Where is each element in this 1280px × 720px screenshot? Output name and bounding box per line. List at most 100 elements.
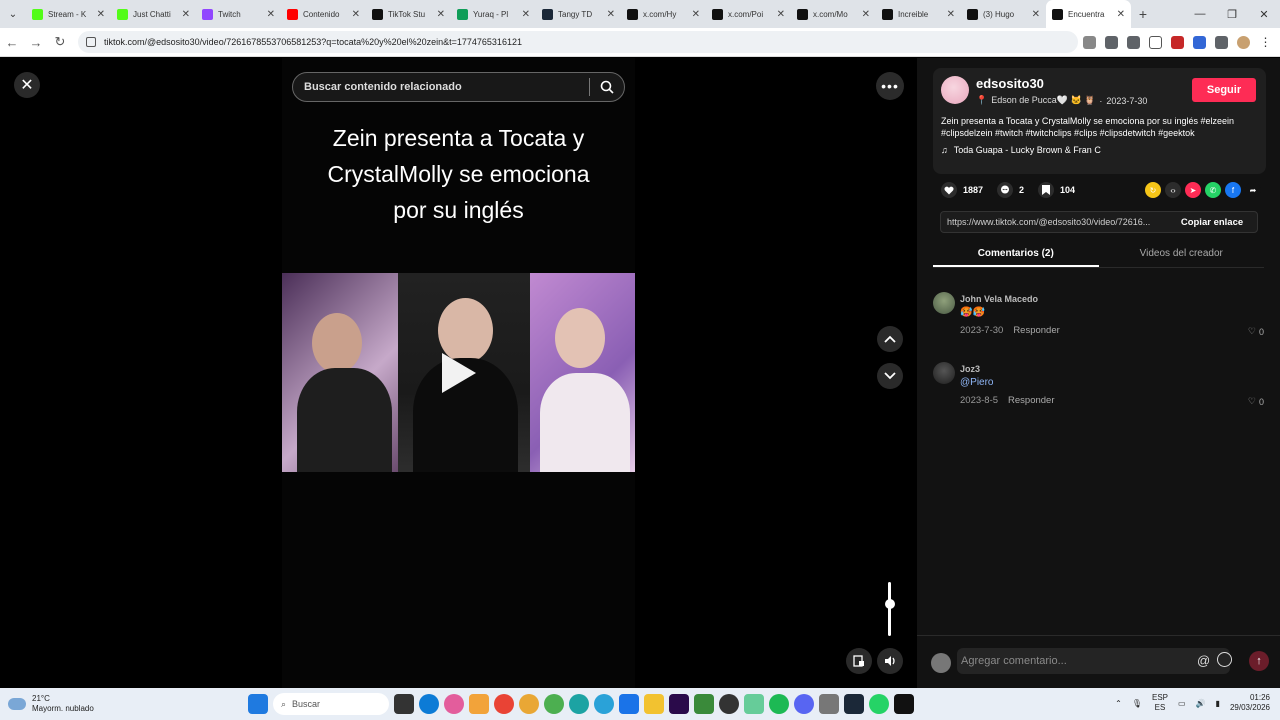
obs-icon[interactable] bbox=[719, 694, 739, 714]
browser-tab[interactable]: Yuraq - Pl ✕ bbox=[451, 0, 536, 28]
browser-tab[interactable]: Contenido ✕ bbox=[281, 0, 366, 28]
browser-tab[interactable]: Just Chatti ✕ bbox=[111, 0, 196, 28]
volume-button[interactable] bbox=[877, 648, 903, 674]
play-icon[interactable] bbox=[442, 353, 476, 393]
browser-tab[interactable]: x.com/Hy ✕ bbox=[621, 0, 706, 28]
app-icon-3[interactable] bbox=[744, 694, 764, 714]
commenter-name[interactable]: Joz3 bbox=[960, 364, 980, 374]
language-indicator[interactable]: ESP ES bbox=[1152, 693, 1168, 713]
emoji-icon[interactable] bbox=[1217, 652, 1232, 667]
video-player[interactable]: Buscar contenido relacionado Zein presen… bbox=[282, 58, 635, 688]
reload-icon[interactable]: ↻ bbox=[48, 34, 72, 50]
translate-icon[interactable] bbox=[1105, 35, 1118, 49]
back-icon[interactable]: ← bbox=[0, 35, 24, 50]
like-button[interactable]: 1887 bbox=[941, 182, 983, 198]
save-button[interactable]: 104 bbox=[1038, 182, 1075, 198]
comment-button[interactable]: 2 bbox=[997, 182, 1024, 198]
previous-video-button[interactable] bbox=[877, 326, 903, 352]
task-view-icon[interactable] bbox=[394, 694, 414, 714]
browser-tab[interactable]: Encuentra ✕ bbox=[1046, 0, 1131, 28]
browser-tab[interactable]: Tangy TD ✕ bbox=[536, 0, 621, 28]
chrome-icon-2[interactable] bbox=[519, 694, 539, 714]
new-tab-button[interactable]: + bbox=[1131, 6, 1155, 22]
tab-close-icon[interactable]: ✕ bbox=[777, 9, 785, 20]
weather-widget[interactable]: 21°C Mayorm. nublado bbox=[8, 694, 94, 714]
video-link-text[interactable]: https://www.tiktok.com/@edsosito30/video… bbox=[941, 217, 1167, 227]
tab-close-icon[interactable]: ✕ bbox=[607, 9, 615, 20]
reply-button[interactable]: Responder bbox=[1008, 395, 1054, 406]
spotify-icon[interactable] bbox=[769, 694, 789, 714]
capcut-icon[interactable] bbox=[894, 694, 914, 714]
network-icon[interactable]: ▭ bbox=[1178, 699, 1186, 708]
mention-icon[interactable]: @ bbox=[1197, 653, 1210, 668]
video-frame[interactable] bbox=[282, 273, 635, 472]
copilot-icon[interactable] bbox=[444, 694, 464, 714]
comment-text[interactable]: @Piero bbox=[960, 377, 994, 388]
edge-icon[interactable] bbox=[419, 694, 439, 714]
extension-red-icon[interactable] bbox=[1171, 35, 1184, 49]
tab-close-icon[interactable]: ✕ bbox=[692, 9, 700, 20]
related-search-input[interactable]: Buscar contenido relacionado bbox=[292, 72, 625, 102]
eye-off-icon[interactable] bbox=[1083, 35, 1096, 49]
volume-slider-thumb[interactable] bbox=[885, 598, 895, 609]
reply-button[interactable]: Responder bbox=[1013, 325, 1059, 336]
battery-icon[interactable]: ▮ bbox=[1216, 699, 1220, 708]
facebook-icon[interactable]: f bbox=[1225, 182, 1241, 198]
music-title[interactable]: Toda Guapa - Lucky Brown & Fran C bbox=[954, 145, 1101, 155]
tab-close-icon[interactable]: ✕ bbox=[97, 9, 105, 20]
calculator-icon[interactable] bbox=[819, 694, 839, 714]
browser-tab[interactable]: TikTok Stu ✕ bbox=[366, 0, 451, 28]
browser-tab[interactable]: Stream - K ✕ bbox=[26, 0, 111, 28]
browser-tab[interactable]: Increible ✕ bbox=[876, 0, 961, 28]
minimize-icon[interactable]: — bbox=[1184, 8, 1216, 21]
clock[interactable]: 01:26 29/03/2026 bbox=[1230, 693, 1270, 713]
tab-close-icon[interactable]: ✕ bbox=[267, 9, 275, 20]
profile-avatar[interactable] bbox=[1237, 35, 1250, 49]
browser-tab[interactable]: (3) Hugo ✕ bbox=[961, 0, 1046, 28]
comment-like-button[interactable]: ♡ 0 bbox=[1248, 396, 1264, 407]
menu-dots-icon[interactable]: ⋮ bbox=[1259, 35, 1272, 49]
app-icon-1[interactable] bbox=[469, 694, 489, 714]
commenter-avatar[interactable] bbox=[933, 362, 955, 384]
tab-close-icon[interactable]: ✕ bbox=[522, 9, 530, 20]
extension-blue-icon[interactable] bbox=[1193, 35, 1206, 49]
follow-button[interactable]: Seguir bbox=[1192, 78, 1256, 102]
tab-close-icon[interactable]: ✕ bbox=[1117, 9, 1125, 20]
premiere-icon[interactable] bbox=[669, 694, 689, 714]
tab-close-icon[interactable]: ✕ bbox=[862, 9, 870, 20]
maximize-icon[interactable]: ❐ bbox=[1216, 8, 1248, 21]
outlook-icon[interactable] bbox=[619, 694, 639, 714]
whatsapp-taskbar-icon[interactable] bbox=[869, 694, 889, 714]
creator-username[interactable]: edsosito30 bbox=[976, 76, 1044, 91]
comment-input[interactable]: Agregar comentario... bbox=[957, 648, 1230, 674]
embed-icon[interactable]: ‹› bbox=[1165, 182, 1181, 198]
chrome-icon-3[interactable] bbox=[544, 694, 564, 714]
browser-tab[interactable]: x.com/Mo ✕ bbox=[791, 0, 876, 28]
tab-creator-videos[interactable]: Videos del creador bbox=[1099, 244, 1265, 267]
whatsapp-icon[interactable]: ✆ bbox=[1205, 182, 1221, 198]
copy-link-button[interactable]: Copiar enlace bbox=[1167, 217, 1257, 228]
microphone-icon[interactable]: 🎙 bbox=[1132, 699, 1142, 708]
chrome-icon-4[interactable] bbox=[569, 694, 589, 714]
puzzle-icon[interactable] bbox=[1215, 35, 1228, 49]
url-input[interactable]: tiktok.com/@edsosito30/video/72616785537… bbox=[78, 31, 1078, 53]
tab-close-icon[interactable]: ✕ bbox=[437, 9, 445, 20]
pip-button[interactable] bbox=[846, 648, 872, 674]
comment-like-button[interactable]: ♡ 0 bbox=[1248, 326, 1264, 337]
close-window-icon[interactable]: ✕ bbox=[1248, 8, 1280, 21]
tab-close-icon[interactable]: ✕ bbox=[1032, 9, 1040, 20]
star-icon[interactable] bbox=[1149, 35, 1162, 49]
tab-close-icon[interactable]: ✕ bbox=[947, 9, 955, 20]
close-video-button[interactable]: ✕ bbox=[14, 72, 40, 98]
chrome-icon[interactable] bbox=[494, 694, 514, 714]
discord-icon[interactable] bbox=[794, 694, 814, 714]
tab-close-icon[interactable]: ✕ bbox=[182, 9, 190, 20]
site-info-icon[interactable] bbox=[86, 37, 96, 47]
send-friends-icon[interactable]: ➤ bbox=[1185, 182, 1201, 198]
search-icon[interactable] bbox=[590, 80, 624, 94]
install-icon[interactable] bbox=[1127, 35, 1140, 49]
send-comment-button[interactable]: ↑ bbox=[1249, 651, 1269, 671]
volume-slider[interactable] bbox=[888, 582, 891, 636]
chevron-up-tray-icon[interactable]: ⌃ bbox=[1115, 699, 1122, 708]
commenter-avatar[interactable] bbox=[933, 292, 955, 314]
